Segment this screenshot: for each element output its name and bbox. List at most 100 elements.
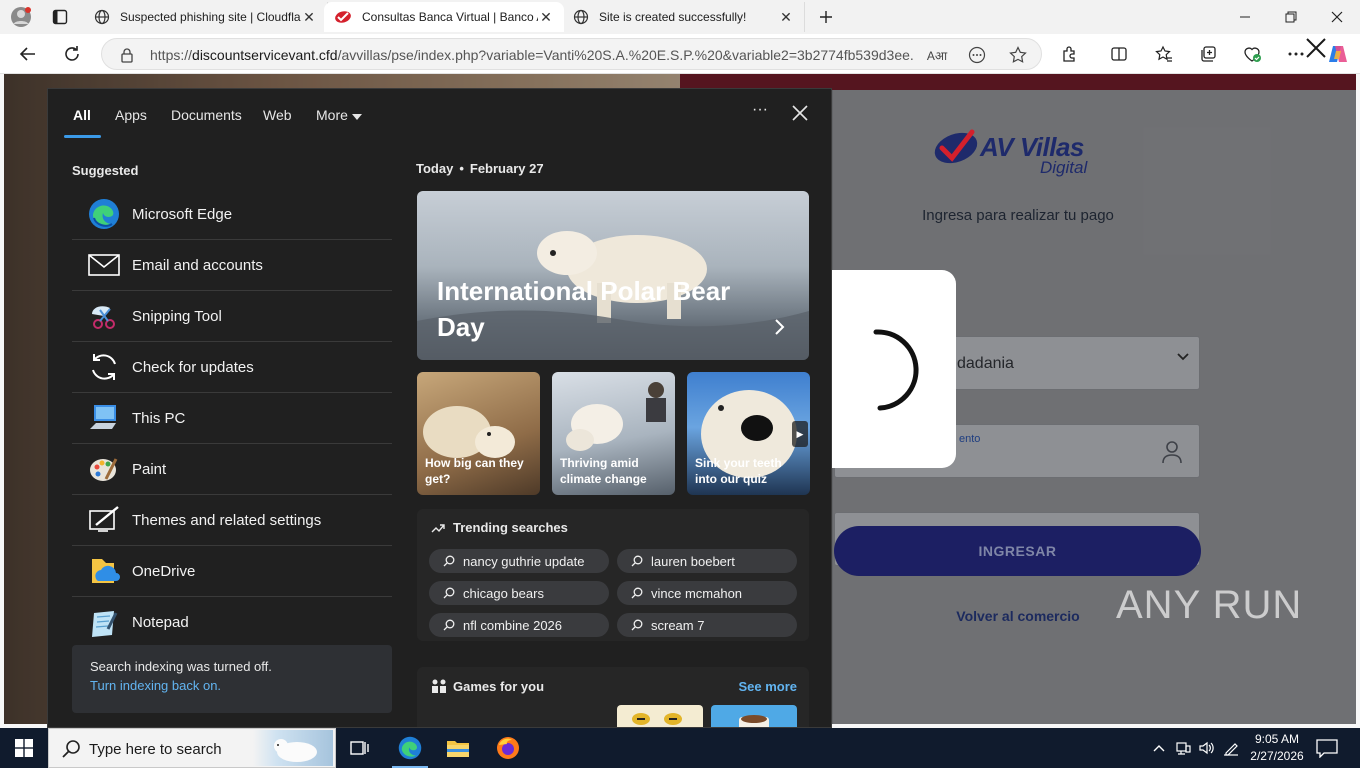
trending-pill[interactable]: nancy guthrie update [429,549,609,573]
suggested-item-snipping[interactable]: Snipping Tool [72,291,392,342]
close-window-icon[interactable] [1314,0,1360,34]
trending-pill[interactable]: lauren boebert [617,549,797,573]
close-search-icon[interactable] [790,103,810,123]
hero-card[interactable]: International Polar Bear Day [417,191,809,360]
close-tab-icon[interactable]: ✕ [301,9,317,26]
refresh-icon [86,349,122,385]
chevron-right-icon[interactable] [773,317,787,337]
user-icon [1162,441,1182,464]
notification-center-icon[interactable] [1316,738,1338,758]
restore-icon[interactable] [1268,0,1314,34]
close-tab-icon[interactable]: ✕ [538,9,554,26]
trending-text: nancy guthrie update [463,553,585,569]
today-label: Today [416,161,454,176]
tab-title: Suspected phishing site | Cloudfla [120,10,301,24]
new-tab-icon[interactable] [815,6,837,28]
tab-title: Site is created successfully! [599,10,747,24]
item-label: Themes and related settings [132,511,322,529]
copilot-icon[interactable] [1326,42,1350,66]
close-modal-icon[interactable] [1304,36,1328,60]
task-view-icon [350,741,369,755]
suggested-item-onedrive[interactable]: OneDrive [72,546,392,597]
address-bar[interactable]: https://discountservicevant.cfd/avvillas… [101,38,1042,70]
taskbar-edge[interactable] [386,728,434,768]
suggested-item-notepad[interactable]: Notepad [72,597,392,648]
profile-avatar-icon[interactable] [10,6,32,28]
suggested-item-updates[interactable]: Check for updates [72,342,392,393]
turn-indexing-on-link[interactable]: Turn indexing back on. [90,678,374,693]
system-clock[interactable]: 9:05 AM 2/27/2026 [1244,731,1310,765]
extensions-icon[interactable] [1058,42,1082,66]
tab-actions-icon[interactable] [49,6,71,28]
game-tile-coffee[interactable] [711,705,797,727]
minimize-icon[interactable] [1222,0,1268,34]
games-section: Games for you See more [417,667,809,727]
games-see-more-link[interactable]: See more [738,679,797,694]
trending-pill[interactable]: vince mcmahon [617,581,797,605]
site-info-icon[interactable] [116,44,138,66]
news-card-2[interactable]: Thriving amid climate change [552,372,675,495]
today-date: February 27 [469,161,544,176]
document-number-label: ento [959,433,981,445]
collections-icon[interactable] [1196,42,1220,66]
url-path: /avvillas/pse/index.php?variable=Vanti%2… [337,47,915,63]
network-icon[interactable] [1174,738,1192,758]
taskbar-firefox[interactable] [484,728,532,768]
login-subtitle: Ingresa para realizar tu pago [922,207,1114,224]
tab-all[interactable]: All [73,107,91,123]
cards-next-icon[interactable]: ▶ [792,421,808,447]
back-icon[interactable] [14,40,42,68]
start-button[interactable] [0,728,48,768]
news-card-1[interactable]: How big can they get? [417,372,540,495]
favorite-star-icon[interactable] [1007,44,1029,66]
favorites-icon[interactable] [1152,42,1176,66]
read-aloud-icon[interactable]: Aआ [926,44,948,66]
suggested-item-edge[interactable]: Microsoft Edge [72,189,392,240]
tab-apps[interactable]: Apps [115,107,147,123]
browser-essentials-icon[interactable] [1240,42,1264,66]
trending-pill[interactable]: nfl combine 2026 [429,613,609,637]
refresh-icon[interactable] [58,40,86,68]
taskbar-file-explorer[interactable] [434,728,482,768]
tab-site-created[interactable]: Site is created successfully! ✕ [563,2,805,32]
tab-web[interactable]: Web [263,107,292,123]
suggested-item-themes[interactable]: Themes and related settings [72,495,392,546]
search-icon [443,587,455,599]
globe-icon [573,9,589,25]
game-tile-bees[interactable] [617,705,703,727]
split-screen-icon[interactable] [1107,42,1131,66]
tab-banca-virtual[interactable]: Consultas Banca Virtual | Banco AV ✕ [324,2,564,32]
login-submit-button[interactable]: INGRESAR [834,526,1201,576]
back-to-merchant-link[interactable]: Volver al comercio [900,608,1136,624]
suggested-item-thispc[interactable]: This PC [72,393,392,444]
browser-tab-bar: Suspected phishing site | Cloudfla ✕ Con… [0,0,1360,34]
indexing-notice: Search indexing was turned off. Turn ind… [72,645,392,713]
trending-pill[interactable]: chicago bears [429,581,609,605]
trending-text: vince mcmahon [651,585,743,601]
item-label: Snipping Tool [132,307,222,325]
loading-spinner-icon [873,329,919,411]
volume-icon[interactable] [1198,738,1216,758]
suggested-item-paint[interactable]: Paint [72,444,392,495]
pen-menu-icon[interactable] [1222,738,1240,758]
tab-more[interactable]: More [316,107,362,123]
themes-icon [86,502,122,538]
close-tab-icon[interactable]: ✕ [778,9,794,26]
tab-phishing-report[interactable]: Suspected phishing site | Cloudfla ✕ [84,2,328,32]
globe-icon [94,9,110,25]
clock-time: 9:05 AM [1254,732,1300,746]
coffee-game-icon [739,715,769,727]
active-tab-indicator [64,135,101,138]
url-host: discountservicevant.cfd [192,47,338,63]
watermark-logo: ANY RUN [1116,580,1302,630]
windows-taskbar: Type here to search 9:05 AM 2/27/2026 [0,728,1360,768]
suggested-item-email[interactable]: Email and accounts [72,240,392,291]
show-hidden-icons-icon[interactable] [1150,738,1168,758]
more-options-icon[interactable]: ··· [748,101,772,125]
trending-heading: Trending searches [453,520,568,535]
task-view-button[interactable] [336,728,384,768]
more-tools-icon[interactable] [966,44,988,66]
taskbar-search-box[interactable]: Type here to search [48,728,336,768]
tab-documents[interactable]: Documents [171,107,242,123]
trending-pill[interactable]: scream 7 [617,613,797,637]
